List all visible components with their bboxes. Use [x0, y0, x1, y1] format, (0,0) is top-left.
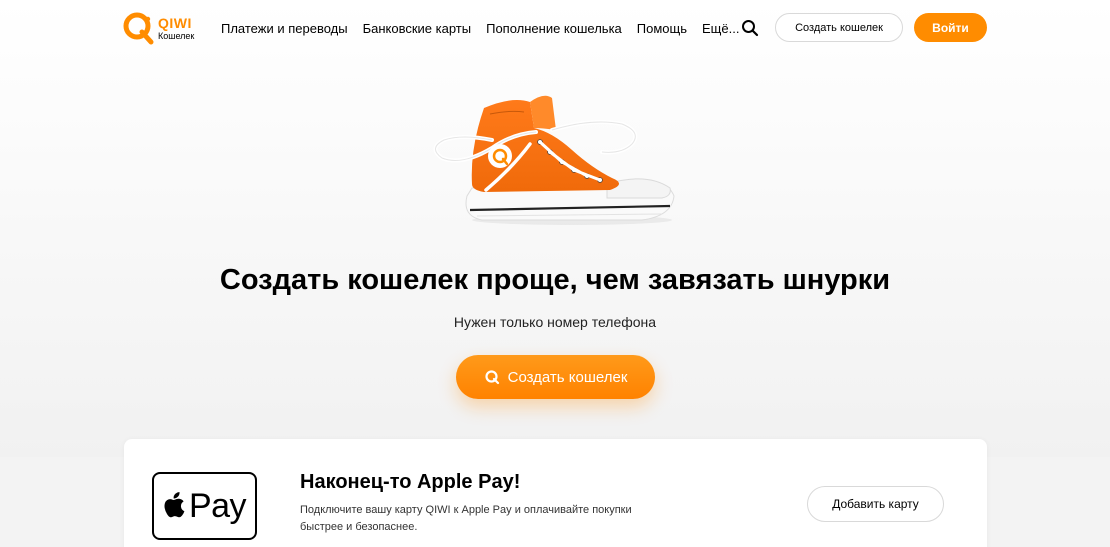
- apple-icon: [163, 490, 187, 523]
- hero-create-wallet-button[interactable]: Создать кошелек: [456, 355, 655, 399]
- apple-pay-description: Подключите вашу карту QIWI к Apple Pay и…: [300, 504, 632, 533]
- create-wallet-button[interactable]: Создать кошелек: [775, 13, 903, 42]
- apple-pay-logo-text: Pay: [188, 486, 247, 525]
- main-nav: Платежи и переводы Банковские карты Попо…: [221, 18, 739, 38]
- qiwi-logo[interactable]: QIWI Кошелек: [122, 10, 202, 46]
- logo-subtitle: Кошелек: [158, 30, 195, 41]
- logo-brand: QIWI: [158, 14, 192, 31]
- qiwi-logo-icon: [122, 11, 156, 45]
- nav-item-payments[interactable]: Платежи и переводы: [221, 21, 348, 36]
- sneaker-image: [432, 88, 678, 232]
- nav-item-more[interactable]: Ещё...: [702, 21, 739, 36]
- apple-pay-card: Pay Наконец-то Apple Pay! Подключите ваш…: [124, 439, 987, 547]
- top-header: QIWI Кошелек Платежи и переводы Банковск…: [0, 0, 1110, 56]
- qiwi-icon: [484, 369, 500, 385]
- hero-subtitle: Нужен только номер телефона: [453, 314, 657, 330]
- nav-item-bank-cards[interactable]: Банковские карты: [363, 21, 472, 36]
- apple-pay-title: Наконец-то Apple Pay!: [300, 471, 521, 493]
- apple-pay-logo: Pay: [152, 472, 257, 540]
- hero-title: Создать кошелек проще, чем завязать шнур…: [219, 264, 891, 296]
- add-card-button[interactable]: Добавить карту: [807, 486, 944, 522]
- nav-item-help[interactable]: Помощь: [637, 21, 687, 36]
- logo-text: QIWI Кошелек: [158, 16, 194, 41]
- hero-cta-label: Создать кошелек: [507, 368, 628, 386]
- search-icon[interactable]: [740, 18, 760, 38]
- login-button[interactable]: Войти: [914, 13, 987, 42]
- nav-item-top-up[interactable]: Пополнение кошелька: [486, 21, 622, 36]
